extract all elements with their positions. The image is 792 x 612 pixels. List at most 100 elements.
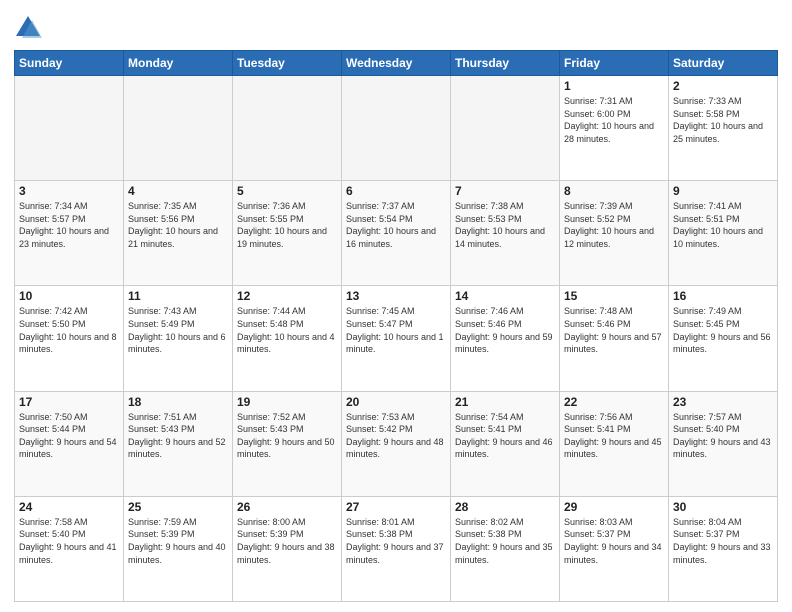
day-info: Sunrise: 7:58 AM Sunset: 5:40 PM Dayligh… xyxy=(19,516,119,566)
day-info: Sunrise: 7:53 AM Sunset: 5:42 PM Dayligh… xyxy=(346,411,446,461)
calendar-cell: 30 Sunrise: 8:04 AM Sunset: 5:37 PM Dayli… xyxy=(669,496,778,601)
calendar-cell: 10Sunrise: 7:42 AM Sunset: 5:50 PM Dayli… xyxy=(15,286,124,391)
day-info: Sunrise: 7:34 AM Sunset: 5:57 PM Dayligh… xyxy=(19,200,119,250)
calendar-cell: 25 Sunrise: 7:59 AM Sunset: 5:39 PM Dayli… xyxy=(124,496,233,601)
calendar-cell: 27 Sunrise: 8:01 AM Sunset: 5:38 PM Dayli… xyxy=(342,496,451,601)
day-number: 23 xyxy=(673,395,773,409)
day-number: 11 xyxy=(128,289,228,303)
day-number: 25 xyxy=(128,500,228,514)
day-number: 15 xyxy=(564,289,664,303)
day-info: Sunrise: 8:00 AM Sunset: 5:39 PM Dayligh… xyxy=(237,516,337,566)
col-header-tuesday: Tuesday xyxy=(233,51,342,76)
calendar-cell: 6 Sunrise: 7:37 AM Sunset: 5:54 PM Daylig… xyxy=(342,181,451,286)
day-number: 9 xyxy=(673,184,773,198)
day-number: 14 xyxy=(455,289,555,303)
calendar-cell: 12Sunrise: 7:44 AM Sunset: 5:48 PM Dayli… xyxy=(233,286,342,391)
calendar-cell: 4 Sunrise: 7:35 AM Sunset: 5:56 PM Daylig… xyxy=(124,181,233,286)
day-info: Sunrise: 7:46 AM Sunset: 5:46 PM Dayligh… xyxy=(455,305,555,355)
day-info: Sunrise: 7:59 AM Sunset: 5:39 PM Dayligh… xyxy=(128,516,228,566)
calendar-cell: 21 Sunrise: 7:54 AM Sunset: 5:41 PM Dayli… xyxy=(451,391,560,496)
day-info: Sunrise: 8:01 AM Sunset: 5:38 PM Dayligh… xyxy=(346,516,446,566)
calendar-week-row: 24 Sunrise: 7:58 AM Sunset: 5:40 PM Dayli… xyxy=(15,496,778,601)
day-info: Sunrise: 7:57 AM Sunset: 5:40 PM Dayligh… xyxy=(673,411,773,461)
col-header-thursday: Thursday xyxy=(451,51,560,76)
calendar-cell: 2 Sunrise: 7:33 AM Sunset: 5:58 PM Daylig… xyxy=(669,76,778,181)
calendar-cell: 16Sunrise: 7:49 AM Sunset: 5:45 PM Dayli… xyxy=(669,286,778,391)
calendar-cell xyxy=(124,76,233,181)
calendar-cell: 19Sunrise: 7:52 AM Sunset: 5:43 PM Dayli… xyxy=(233,391,342,496)
day-info: Sunrise: 7:50 AM Sunset: 5:44 PM Dayligh… xyxy=(19,411,119,461)
col-header-wednesday: Wednesday xyxy=(342,51,451,76)
calendar-cell: 5Sunrise: 7:36 AM Sunset: 5:55 PM Daylig… xyxy=(233,181,342,286)
day-info: Sunrise: 8:03 AM Sunset: 5:37 PM Dayligh… xyxy=(564,516,664,566)
day-info: Sunrise: 7:56 AM Sunset: 5:41 PM Dayligh… xyxy=(564,411,664,461)
day-number: 20 xyxy=(346,395,446,409)
day-number: 12 xyxy=(237,289,337,303)
calendar-cell: 14 Sunrise: 7:46 AM Sunset: 5:46 PM Dayli… xyxy=(451,286,560,391)
calendar-cell: 9 Sunrise: 7:41 AM Sunset: 5:51 PM Daylig… xyxy=(669,181,778,286)
calendar-cell: 18Sunrise: 7:51 AM Sunset: 5:43 PM Dayli… xyxy=(124,391,233,496)
day-info: Sunrise: 7:43 AM Sunset: 5:49 PM Dayligh… xyxy=(128,305,228,355)
calendar-cell xyxy=(15,76,124,181)
col-header-saturday: Saturday xyxy=(669,51,778,76)
logo-icon xyxy=(14,14,42,42)
calendar-cell: 3 Sunrise: 7:34 AM Sunset: 5:57 PM Daylig… xyxy=(15,181,124,286)
day-number: 21 xyxy=(455,395,555,409)
header xyxy=(14,10,778,42)
calendar-week-row: 17 Sunrise: 7:50 AM Sunset: 5:44 PM Dayli… xyxy=(15,391,778,496)
calendar-cell: 17 Sunrise: 7:50 AM Sunset: 5:44 PM Dayli… xyxy=(15,391,124,496)
calendar-cell: 24 Sunrise: 7:58 AM Sunset: 5:40 PM Dayli… xyxy=(15,496,124,601)
calendar-cell: 7Sunrise: 7:38 AM Sunset: 5:53 PM Daylig… xyxy=(451,181,560,286)
day-number: 24 xyxy=(19,500,119,514)
col-header-monday: Monday xyxy=(124,51,233,76)
calendar-cell: 15 Sunrise: 7:48 AM Sunset: 5:46 PM Dayli… xyxy=(560,286,669,391)
calendar-cell: 20 Sunrise: 7:53 AM Sunset: 5:42 PM Dayli… xyxy=(342,391,451,496)
day-number: 10 xyxy=(19,289,119,303)
col-header-sunday: Sunday xyxy=(15,51,124,76)
day-number: 29 xyxy=(564,500,664,514)
page: SundayMondayTuesdayWednesdayThursdayFrid… xyxy=(0,0,792,612)
day-info: Sunrise: 8:04 AM Sunset: 5:37 PM Dayligh… xyxy=(673,516,773,566)
calendar-cell: 29 Sunrise: 8:03 AM Sunset: 5:37 PM Dayli… xyxy=(560,496,669,601)
calendar-week-row: 1 Sunrise: 7:31 AM Sunset: 6:00 PM Daylig… xyxy=(15,76,778,181)
day-info: Sunrise: 7:37 AM Sunset: 5:54 PM Dayligh… xyxy=(346,200,446,250)
day-number: 17 xyxy=(19,395,119,409)
calendar-cell: 26 Sunrise: 8:00 AM Sunset: 5:39 PM Dayli… xyxy=(233,496,342,601)
calendar-cell: 8 Sunrise: 7:39 AM Sunset: 5:52 PM Daylig… xyxy=(560,181,669,286)
day-info: Sunrise: 7:54 AM Sunset: 5:41 PM Dayligh… xyxy=(455,411,555,461)
day-number: 16 xyxy=(673,289,773,303)
day-number: 28 xyxy=(455,500,555,514)
day-number: 1 xyxy=(564,79,664,93)
col-header-friday: Friday xyxy=(560,51,669,76)
calendar-cell xyxy=(233,76,342,181)
day-number: 26 xyxy=(237,500,337,514)
calendar-cell: 11 Sunrise: 7:43 AM Sunset: 5:49 PM Dayli… xyxy=(124,286,233,391)
day-info: Sunrise: 7:48 AM Sunset: 5:46 PM Dayligh… xyxy=(564,305,664,355)
day-number: 3 xyxy=(19,184,119,198)
day-info: Sunrise: 7:35 AM Sunset: 5:56 PM Dayligh… xyxy=(128,200,228,250)
day-number: 22 xyxy=(564,395,664,409)
day-info: Sunrise: 7:41 AM Sunset: 5:51 PM Dayligh… xyxy=(673,200,773,250)
calendar-cell xyxy=(342,76,451,181)
day-number: 30 xyxy=(673,500,773,514)
day-number: 2 xyxy=(673,79,773,93)
calendar-cell: 23 Sunrise: 7:57 AM Sunset: 5:40 PM Dayli… xyxy=(669,391,778,496)
calendar-cell: 22 Sunrise: 7:56 AM Sunset: 5:41 PM Dayli… xyxy=(560,391,669,496)
day-number: 6 xyxy=(346,184,446,198)
day-number: 13 xyxy=(346,289,446,303)
calendar-cell xyxy=(451,76,560,181)
day-info: Sunrise: 7:51 AM Sunset: 5:43 PM Dayligh… xyxy=(128,411,228,461)
calendar-week-row: 10Sunrise: 7:42 AM Sunset: 5:50 PM Dayli… xyxy=(15,286,778,391)
day-info: Sunrise: 7:39 AM Sunset: 5:52 PM Dayligh… xyxy=(564,200,664,250)
day-number: 8 xyxy=(564,184,664,198)
logo xyxy=(14,14,46,42)
day-info: Sunrise: 7:33 AM Sunset: 5:58 PM Dayligh… xyxy=(673,95,773,145)
day-info: Sunrise: 8:02 AM Sunset: 5:38 PM Dayligh… xyxy=(455,516,555,566)
calendar-cell: 13Sunrise: 7:45 AM Sunset: 5:47 PM Dayli… xyxy=(342,286,451,391)
calendar-week-row: 3 Sunrise: 7:34 AM Sunset: 5:57 PM Daylig… xyxy=(15,181,778,286)
calendar-cell: 28 Sunrise: 8:02 AM Sunset: 5:38 PM Dayli… xyxy=(451,496,560,601)
calendar-cell: 1 Sunrise: 7:31 AM Sunset: 6:00 PM Daylig… xyxy=(560,76,669,181)
day-info: Sunrise: 7:31 AM Sunset: 6:00 PM Dayligh… xyxy=(564,95,664,145)
day-number: 27 xyxy=(346,500,446,514)
day-number: 4 xyxy=(128,184,228,198)
